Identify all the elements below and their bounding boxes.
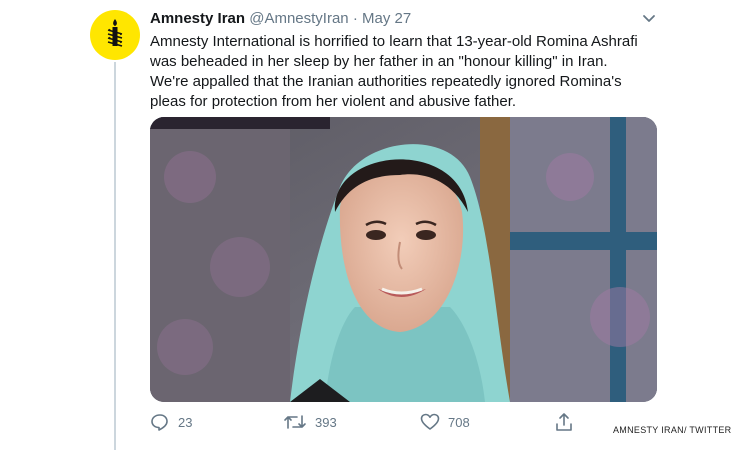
reply-icon bbox=[151, 414, 168, 431]
avatar[interactable] bbox=[90, 10, 140, 60]
tweet-text-line: We're appalled that the Iranian authorit… bbox=[150, 73, 622, 90]
tweet-date[interactable]: May 27 bbox=[362, 10, 411, 27]
retweet-button[interactable]: 393 bbox=[283, 412, 337, 432]
thread-connector-line bbox=[114, 62, 116, 450]
heart-icon bbox=[420, 413, 440, 430]
share-button[interactable] bbox=[555, 412, 573, 432]
reply-button[interactable]: 23 bbox=[150, 412, 192, 432]
share-icon bbox=[556, 413, 572, 431]
tweet-text: Amnesty International is horrified to le… bbox=[150, 32, 650, 112]
chevron-down-icon bbox=[643, 15, 655, 22]
photo-credit: AMNESTY IRAN/ TWITTER bbox=[613, 425, 732, 435]
tweet-menu-button[interactable] bbox=[641, 12, 657, 24]
retweet-icon bbox=[284, 415, 306, 429]
tweet-text-line: Amnesty International is horrified to le… bbox=[150, 33, 638, 50]
retweet-count: 393 bbox=[315, 414, 337, 430]
tweet-header: Amnesty Iran @AmnestyIran · May 27 bbox=[150, 10, 660, 28]
tweet-text-line: pleas for protection from her violent an… bbox=[150, 93, 517, 110]
candle-in-barbed-wire-icon bbox=[107, 19, 123, 47]
portrait-photo-illustration bbox=[150, 117, 657, 402]
author-handle[interactable]: @AmnestyIran bbox=[249, 10, 348, 27]
tweet-photo[interactable] bbox=[150, 117, 657, 402]
header-separator: · bbox=[352, 10, 358, 27]
reply-count: 23 bbox=[178, 414, 193, 430]
like-button[interactable]: 708 bbox=[420, 412, 470, 432]
author-name[interactable]: Amnesty Iran bbox=[150, 10, 245, 27]
tweet-actions-bar: 23 393 708 bbox=[150, 410, 590, 436]
tweet-text-line: was beheaded in her sleep by her father … bbox=[150, 53, 608, 70]
like-count: 708 bbox=[448, 414, 470, 430]
